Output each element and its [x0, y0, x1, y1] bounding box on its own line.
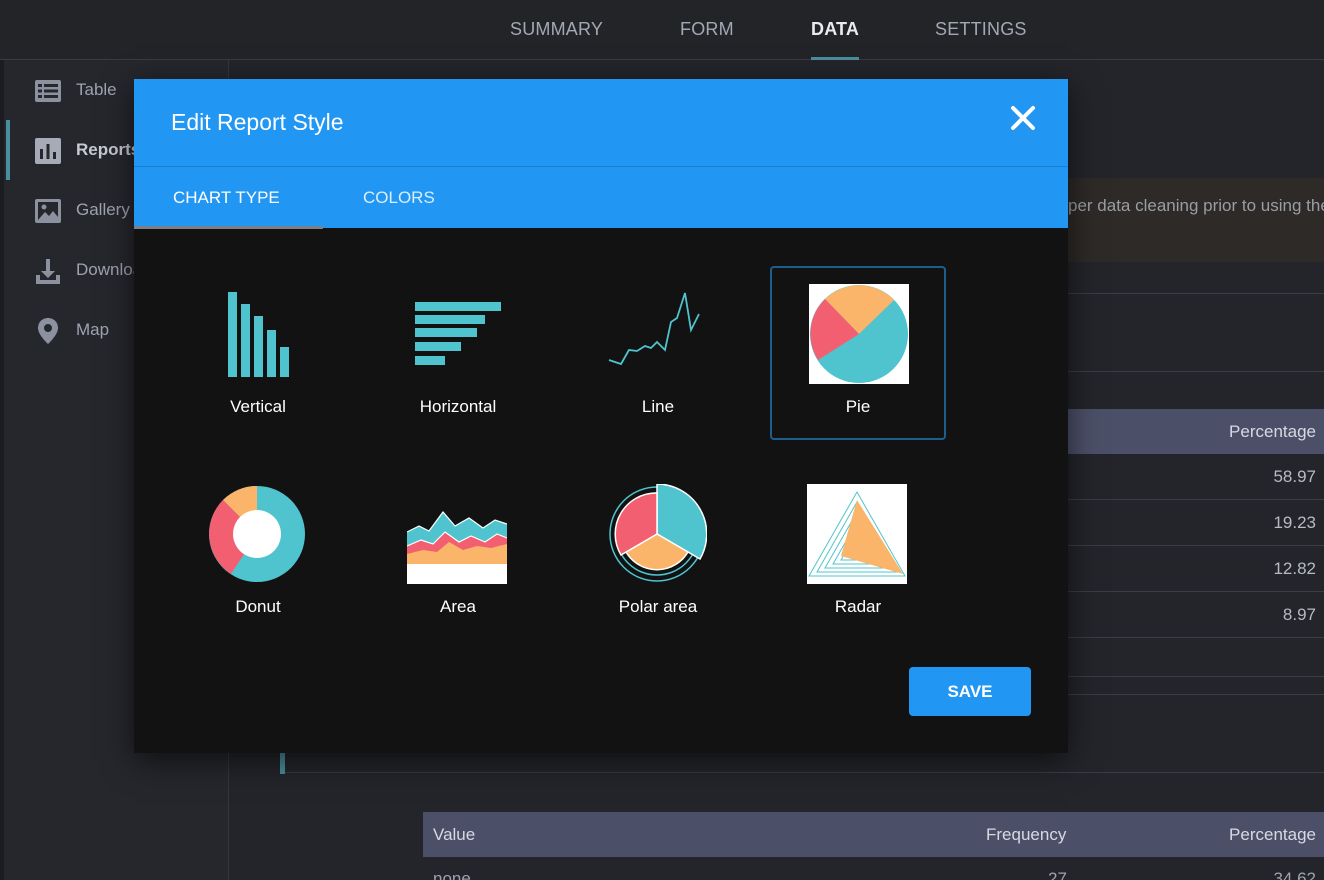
table-cell: 19.23 [1273, 513, 1316, 532]
donut-chart-icon [209, 485, 305, 582]
table-row: 58.97 [1068, 454, 1324, 500]
chart-type-label: Radar [834, 597, 882, 616]
tab-form[interactable]: FORM [680, 0, 734, 60]
chart-type-label: Polar area [618, 597, 698, 616]
warning-banner [1068, 178, 1324, 262]
table-header: Percentage [1068, 409, 1324, 454]
table-row: 12.82 [1068, 546, 1324, 592]
image-icon [35, 199, 61, 223]
table-header: Value Frequency Percentage [423, 812, 1324, 857]
chart-type-label: Donut [235, 597, 281, 616]
table-row: 19.23 [1068, 500, 1324, 546]
chart-type-line[interactable]: Line [570, 268, 746, 442]
polar-area-chart-icon [609, 484, 707, 582]
table-cell: 58.97 [1273, 467, 1316, 486]
download-icon [36, 259, 60, 284]
edit-report-style-dialog: Edit Report Style CHART TYPE COLORS Vert… [134, 79, 1068, 753]
divider [285, 772, 1324, 773]
pie-chart-icon [809, 284, 909, 384]
dialog-header: Edit Report Style [134, 79, 1068, 167]
sidebar-item-label: Table [76, 80, 117, 99]
chart-type-radar[interactable]: Radar [770, 468, 946, 642]
table-row: 8.97 [1068, 592, 1324, 638]
chart-type-vertical[interactable]: Vertical [170, 268, 346, 442]
line-chart-icon [608, 292, 700, 366]
tab-data[interactable]: DATA [811, 0, 860, 60]
table-icon [35, 80, 61, 102]
active-tab-indicator [134, 226, 323, 229]
horizontal-bar-chart-icon [415, 302, 501, 365]
chart-type-label: Line [641, 397, 675, 416]
sidebar-item-label: Reports [76, 140, 141, 159]
chart-type-polar-area[interactable]: Polar area [570, 468, 746, 642]
divider [1068, 676, 1324, 677]
save-button[interactable]: SAVE [909, 667, 1031, 716]
table-cell: 12.82 [1273, 559, 1316, 578]
radar-chart-icon [807, 484, 907, 584]
vertical-bar-chart-icon [228, 292, 289, 377]
divider [1068, 694, 1324, 695]
table-cell: 27 [1048, 869, 1067, 880]
column-header-frequency: Frequency [986, 825, 1067, 844]
bar-chart-icon [35, 138, 61, 164]
chart-type-label: Horizontal [419, 397, 497, 416]
chart-type-area[interactable]: Area [370, 468, 546, 642]
column-header-value: Value [433, 825, 476, 844]
area-chart-icon [407, 511, 507, 584]
table-cell: none [433, 869, 471, 880]
tab-settings[interactable]: SETTINGS [935, 0, 1027, 60]
sidebar-item-label: Downloads [76, 260, 138, 279]
divider [1068, 371, 1324, 372]
tab-colors[interactable]: COLORS [363, 167, 435, 228]
chart-type-label: Area [440, 597, 476, 616]
top-nav: SUMMARY FORM DATA SETTINGS [0, 0, 1324, 60]
column-header-percentage: Percentage [1229, 825, 1316, 844]
dialog-title: Edit Report Style [171, 109, 344, 135]
sidebar-item-label: Gallery [76, 200, 130, 219]
dialog-tabs: CHART TYPE COLORS [134, 167, 1068, 228]
tab-chart-type[interactable]: CHART TYPE [173, 167, 280, 228]
close-icon[interactable] [1010, 105, 1036, 131]
chart-type-donut[interactable]: Donut [170, 468, 346, 642]
warning-text: per data cleaning prior to using the [1068, 196, 1324, 215]
divider [1068, 293, 1324, 294]
table-cell: 34.62 [1273, 869, 1316, 880]
sidebar-item-label: Map [76, 320, 110, 339]
chart-type-label: Vertical [230, 397, 286, 416]
table-cell: 8.97 [1282, 605, 1316, 624]
column-header-percentage: Percentage [1229, 422, 1316, 441]
chart-type-horizontal[interactable]: Horizontal [370, 268, 546, 442]
table-row: none 27 34.62 [423, 857, 1324, 880]
section-accent [280, 752, 285, 774]
map-pin-icon [38, 318, 58, 344]
chart-type-pie[interactable]: Pie [770, 266, 946, 440]
tab-summary[interactable]: SUMMARY [510, 0, 603, 60]
chart-type-label: Pie [845, 397, 871, 416]
